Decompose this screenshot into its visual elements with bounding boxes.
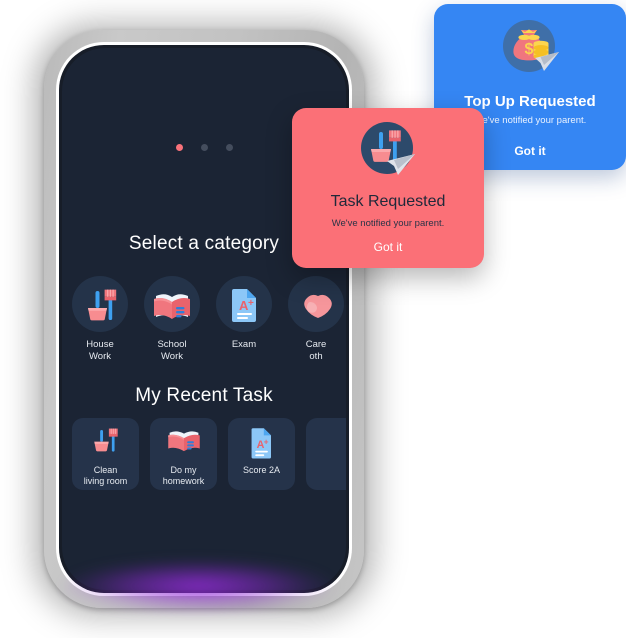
label-line1: Care xyxy=(305,339,327,350)
category-item-care-others[interactable]: Care oth xyxy=(288,276,344,362)
recent-task-label: Do my homework xyxy=(163,465,205,487)
open-book-icon xyxy=(166,427,202,460)
broom-dustpan-icon xyxy=(88,427,124,460)
label-line2: Work xyxy=(161,350,183,362)
label-line2: living room xyxy=(83,476,128,486)
label-line1: Score 2A xyxy=(242,465,281,475)
open-book-icon xyxy=(144,276,200,332)
label-line2: Work xyxy=(89,350,111,362)
category-label: School Work xyxy=(144,339,200,362)
label-line1: Exam xyxy=(231,339,257,350)
label-line1: Do my xyxy=(170,465,197,475)
phone-purple-glow xyxy=(64,560,332,612)
scene: Select a category House Work School Work… xyxy=(0,0,626,638)
label-line1: Clean xyxy=(93,465,118,475)
recent-task-clean-living-room[interactable]: Clean living room xyxy=(72,418,139,490)
label-line2: homework xyxy=(162,476,205,486)
broom-dustpan-icon xyxy=(72,276,128,332)
exam-paper-icon: A + xyxy=(244,427,280,460)
recent-task-partial[interactable] xyxy=(306,418,346,490)
recent-task-label: Clean living room xyxy=(84,465,128,487)
exam-paper-icon: A + xyxy=(216,276,272,332)
recent-task-score-2a[interactable]: A + Score 2A xyxy=(228,418,295,490)
recent-task-label: Score 2A xyxy=(243,465,280,476)
category-label: Exam xyxy=(216,339,272,351)
task-requested-card[interactable]: Task Requested We've notified your paren… xyxy=(292,108,484,268)
broom-dustpan-send-icon xyxy=(357,120,419,182)
recent-task-do-my-homework[interactable]: Do my homework xyxy=(150,418,217,490)
recent-section-title: My Recent Task xyxy=(135,385,273,406)
pager-dot-1[interactable] xyxy=(175,144,183,151)
pager-dot-3[interactable] xyxy=(225,144,233,151)
category-label: Care oth xyxy=(288,339,344,362)
money-bag-send-icon: $ xyxy=(499,18,561,80)
svg-text:+: + xyxy=(248,298,254,309)
got-it-button[interactable]: Got it xyxy=(292,240,484,254)
card-title: Task Requested xyxy=(330,193,446,210)
category-list[interactable]: House Work School Work A + Exam Care oth xyxy=(72,276,346,362)
label-line1: House xyxy=(86,339,114,350)
label-line1: School xyxy=(157,339,187,350)
svg-text:+: + xyxy=(263,437,268,446)
svg-text:$: $ xyxy=(525,41,534,58)
category-label: House Work xyxy=(72,339,128,362)
category-item-house-work[interactable]: House Work xyxy=(72,276,128,362)
card-subtitle: We've notified your parent. xyxy=(331,218,445,229)
helping-hands-icon xyxy=(288,276,344,332)
category-item-exam[interactable]: A + Exam xyxy=(216,276,272,362)
label-line2: oth xyxy=(309,350,323,362)
pager-dot-2[interactable] xyxy=(200,144,208,151)
category-item-school-work[interactable]: School Work xyxy=(144,276,200,362)
recent-task-list[interactable]: Clean living room Do my homework A + Sco… xyxy=(72,418,346,490)
partial-icon xyxy=(322,427,347,460)
